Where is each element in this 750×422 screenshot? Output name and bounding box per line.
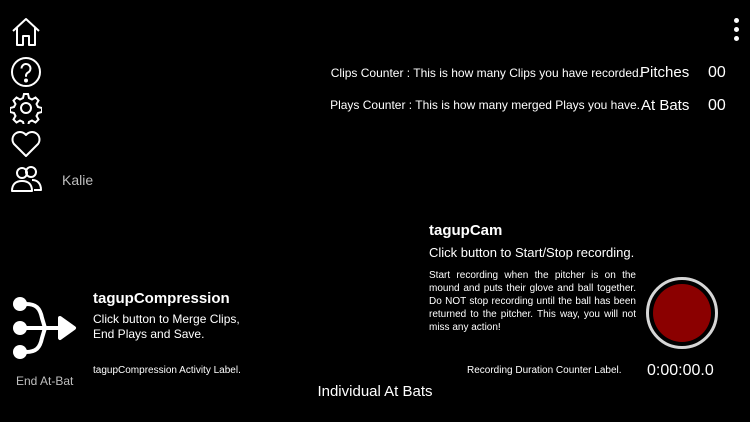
heart-icon[interactable] [10,128,42,160]
clips-counter-description: Clips Counter : This is how many Clips y… [330,66,642,80]
mode-label[interactable]: Individual At Bats [0,383,750,400]
pitches-count: 00 [708,64,726,81]
compression-title: tagupCompression [93,290,230,307]
gear-icon[interactable] [10,92,42,124]
home-icon[interactable] [10,16,42,48]
recording-duration-label: Recording Duration Counter Label. [467,365,622,376]
cam-title: tagupCam [429,222,503,239]
compression-instruction: Click button to Merge Clips, End Plays a… [93,312,240,341]
at-bats-count: 00 [708,97,726,114]
pitches-label: Pitches [640,64,690,81]
merge-icon[interactable] [8,292,80,362]
plays-counter-description: Plays Counter : This is how many merged … [330,98,640,112]
record-indicator [653,284,711,342]
compression-activity-label: tagupCompression Activity Label. [93,365,241,376]
user-name[interactable]: Kalie [62,172,93,188]
cam-instruction: Click button to Start/Stop recording. [429,245,635,260]
cam-details: Start recording when the pitcher is on t… [429,270,636,333]
recording-duration: 0:00:00.0 [647,362,714,379]
at-bats-label: At Bats [641,97,690,114]
more-options-icon[interactable] [730,18,742,44]
users-icon[interactable] [10,163,42,195]
record-button[interactable] [646,277,718,349]
help-icon[interactable] [10,56,42,88]
